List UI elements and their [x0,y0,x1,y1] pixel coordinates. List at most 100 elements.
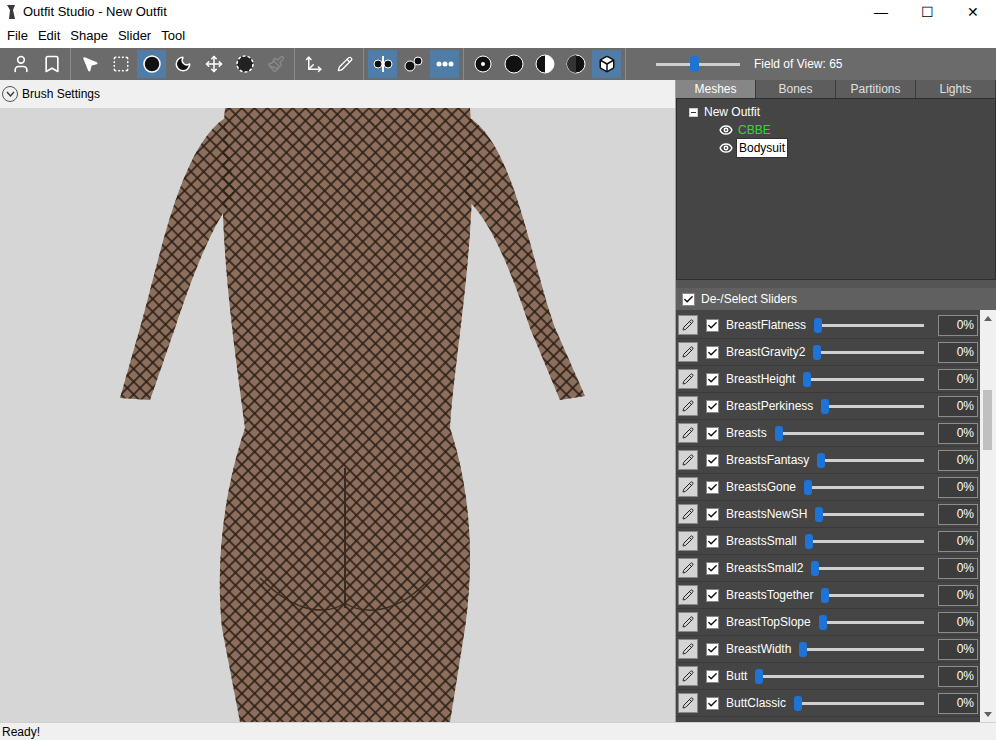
slider[interactable] [805,532,924,550]
checkbox[interactable] [706,616,719,629]
checkbox[interactable] [706,670,719,683]
menu-item[interactable]: File [2,26,33,46]
edit-slider-button[interactable] [678,693,698,713]
tab[interactable]: Lights [916,80,996,98]
slider-thumb[interactable] [819,615,827,630]
slider-thumb[interactable] [821,588,829,603]
tool-button[interactable] [592,50,621,78]
window-control-button[interactable]: ☐ [904,0,950,24]
slider[interactable] [821,586,924,604]
checkbox[interactable] [706,643,719,656]
window-control-button[interactable]: ✕ [950,0,996,24]
tool-button[interactable] [261,50,290,78]
checkbox[interactable] [706,427,719,440]
edit-slider-button[interactable] [678,612,698,632]
tree-item[interactable]: CBBE [689,121,995,139]
edit-slider-button[interactable] [678,531,698,551]
slider-thumb[interactable] [811,561,819,576]
edit-slider-button[interactable] [678,369,698,389]
slider[interactable] [804,478,924,496]
edit-slider-button[interactable] [678,585,698,605]
slider-value[interactable]: 0% [938,585,978,606]
edit-slider-button[interactable] [678,396,698,416]
tool-button[interactable] [368,50,397,78]
tab[interactable]: Bones [756,80,836,98]
edit-slider-button[interactable] [678,450,698,470]
checkbox[interactable] [706,373,719,386]
slider-value[interactable]: 0% [938,450,978,471]
checkbox[interactable] [706,589,719,602]
slider-thumb[interactable] [775,426,783,441]
window-control-button[interactable]: — [858,0,904,24]
edit-slider-button[interactable] [678,504,698,524]
slider[interactable] [803,370,924,388]
slider[interactable] [821,397,924,415]
slider-thumb[interactable] [755,669,763,684]
edit-slider-button[interactable] [678,315,698,335]
tool-button[interactable] [430,50,459,78]
edit-slider-button[interactable] [678,423,698,443]
tool-button[interactable] [168,50,197,78]
slider[interactable] [817,451,924,469]
slider-value[interactable]: 0% [938,612,978,633]
tool-button[interactable] [399,50,428,78]
scroll-down-icon[interactable] [984,712,992,717]
slider[interactable] [815,505,924,523]
tool-button[interactable] [199,50,228,78]
tab[interactable]: Meshes [676,80,756,98]
checkbox[interactable] [706,697,719,710]
slider-value[interactable]: 0% [938,315,978,336]
slider-value[interactable]: 0% [938,342,978,363]
eye-icon[interactable] [719,141,733,155]
edit-slider-button[interactable] [678,666,698,686]
slider-value[interactable]: 0% [938,558,978,579]
slider-value[interactable]: 0% [938,531,978,552]
tool-button[interactable] [299,50,328,78]
slider-value[interactable]: 0% [938,693,978,714]
slider-thumb[interactable] [804,480,812,495]
tree-toggle[interactable] [689,108,698,117]
slider[interactable] [755,667,924,685]
slider[interactable] [819,613,924,631]
slider[interactable] [814,316,924,334]
slider[interactable] [799,640,924,658]
checkbox[interactable] [706,535,719,548]
slider[interactable] [794,694,924,712]
tree-item[interactable]: Bodysuit [689,139,995,157]
slider-thumb[interactable] [803,372,811,387]
scrollbar-thumb[interactable] [983,390,992,450]
tool-button[interactable] [106,50,135,78]
slider-thumb[interactable] [799,642,807,657]
slider-thumb[interactable] [814,318,822,333]
tool-button[interactable] [530,50,559,78]
slider[interactable] [775,424,924,442]
checkbox[interactable] [706,400,719,413]
tool-button[interactable] [468,50,497,78]
edit-slider-button[interactable] [678,558,698,578]
checkbox[interactable] [682,293,695,306]
tool-button[interactable] [75,50,104,78]
slider[interactable] [811,559,924,577]
tool-button[interactable] [37,50,66,78]
slider-value[interactable]: 0% [938,396,978,417]
brush-settings-header[interactable]: Brush Settings [0,80,675,108]
menu-item[interactable]: Tool [156,26,190,46]
slider-thumb[interactable] [815,507,823,522]
tool-button[interactable] [561,50,590,78]
scrollbar[interactable] [980,310,996,722]
model-render-icon[interactable] [0,108,675,722]
fov-slider[interactable] [656,55,740,73]
edit-slider-button[interactable] [678,639,698,659]
slider-value[interactable]: 0% [938,477,978,498]
slider-thumb[interactable] [794,696,802,711]
slider[interactable] [813,343,924,361]
slider-value[interactable]: 0% [938,423,978,444]
slider-value[interactable]: 0% [938,369,978,390]
tab[interactable]: Partitions [836,80,916,98]
menu-item[interactable]: Slider [113,26,156,46]
tree-root[interactable]: New Outfit [689,103,995,121]
checkbox[interactable] [706,508,719,521]
slider-value[interactable]: 0% [938,639,978,660]
menu-item[interactable]: Edit [33,26,65,46]
checkbox[interactable] [706,481,719,494]
